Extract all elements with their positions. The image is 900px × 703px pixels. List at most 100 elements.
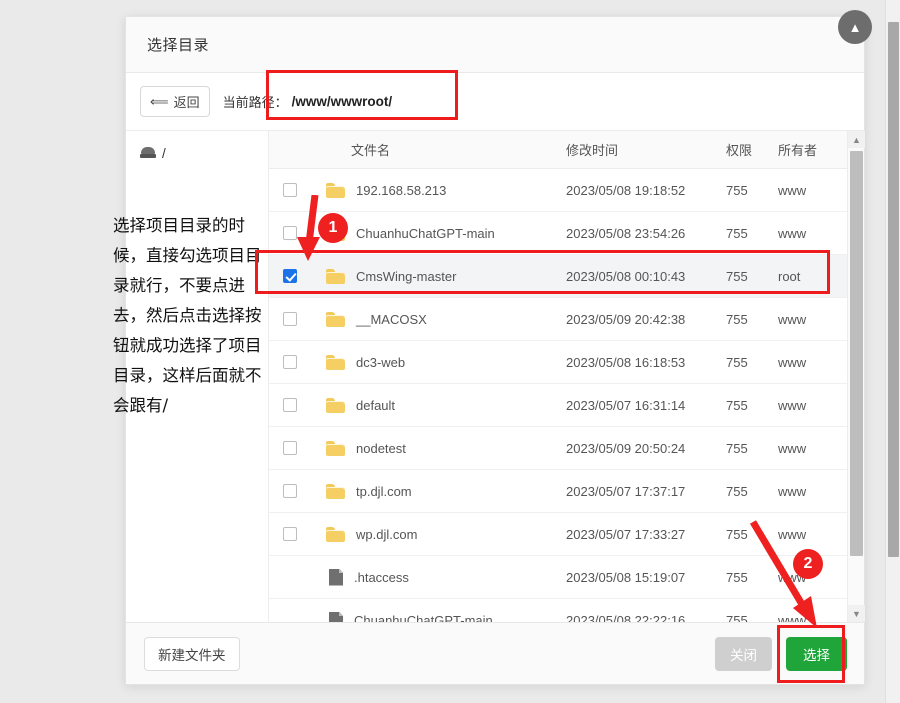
folder-icon: [326, 354, 345, 370]
row-perm: 755: [726, 397, 748, 413]
row-checkbox[interactable]: [283, 269, 297, 283]
row-time: 2023/05/08 16:18:53: [566, 354, 686, 370]
table-row[interactable]: ChuanhuChatGPT-main 2023/05/08 22:22:16 75…: [269, 599, 864, 623]
header-name: 文件名: [351, 143, 391, 158]
row-name-cell: wp.djl.com: [311, 526, 566, 542]
screen: 选择目录 ⟸ 返回 当前路径： /www/wwwroot/ / 文件名 修改时间…: [0, 0, 900, 703]
row-checkbox[interactable]: [283, 312, 297, 326]
arrow-left-icon: ⟸: [150, 94, 169, 109]
row-owner: www: [778, 354, 807, 370]
table-row[interactable]: __MACOSX 2023/05/09 20:42:38 755 www: [269, 298, 864, 341]
row-name-cell: tp.djl.com: [311, 483, 566, 499]
table-row[interactable]: wp.djl.com 2023/05/07 17:33:27 755 www: [269, 513, 864, 556]
row-checkbox[interactable]: [283, 441, 297, 455]
table-scrollbar-thumb[interactable]: [850, 151, 863, 556]
file-table: 文件名 修改时间 权限 所有者 192.168.58.213 2023/05/08…: [269, 131, 864, 622]
page-scrollbar-thumb[interactable]: [888, 22, 899, 557]
table-scrollbar[interactable]: ▲ ▼: [847, 131, 865, 622]
row-owner: www: [778, 483, 807, 499]
row-name-cell: default: [311, 397, 566, 413]
table-row[interactable]: ChuanhuChatGPT-main 2023/05/08 23:54:26 75…: [269, 212, 864, 255]
table-body: 192.168.58.213 2023/05/08 19:18:52 755 www C…: [269, 169, 864, 622]
annotation-note: 选择项目目录的时候，直接勾选项目目录就行，不要点进去，然后点击选择按钮就成功选择…: [113, 216, 262, 415]
row-name-label: .htaccess: [354, 569, 409, 585]
select-button[interactable]: 选择: [786, 636, 847, 671]
row-checkbox-cell: [269, 398, 311, 412]
row-time: 2023/05/08 19:18:52: [566, 182, 686, 198]
dialog-footer: 新建文件夹 关闭 选择: [126, 622, 864, 684]
tree-item-label: /: [162, 146, 166, 161]
row-name-label: ChuanhuChatGPT-main: [354, 612, 493, 623]
row-time: 2023/05/08 23:54:26: [566, 225, 686, 241]
folder-icon: [326, 182, 345, 198]
row-name-cell: __MACOSX: [311, 311, 566, 327]
path-bar: ⟸ 返回 当前路径： /www/wwwroot/: [126, 73, 864, 131]
scroll-to-top-button[interactable]: ▲: [838, 10, 872, 44]
row-perm: 755: [726, 440, 748, 456]
row-checkbox[interactable]: [283, 226, 297, 240]
row-owner: www: [778, 225, 807, 241]
row-name-label: tp.djl.com: [356, 483, 412, 499]
row-name-cell: 192.168.58.213: [311, 182, 566, 198]
row-perm: 755: [726, 526, 748, 542]
row-time: 2023/05/07 17:33:27: [566, 526, 686, 542]
file-icon: [329, 569, 343, 586]
back-button[interactable]: ⟸ 返回: [140, 86, 210, 117]
row-checkbox-cell: [269, 527, 311, 541]
row-name-cell: .htaccess: [311, 569, 566, 586]
row-checkbox[interactable]: [283, 355, 297, 369]
table-row[interactable]: 192.168.58.213 2023/05/08 19:18:52 755 www: [269, 169, 864, 212]
row-perm: 755: [726, 182, 748, 198]
row-name-label: ChuanhuChatGPT-main: [356, 225, 495, 241]
page-scrollbar[interactable]: [885, 0, 900, 703]
row-owner: www: [778, 182, 807, 198]
scroll-down-arrow-icon[interactable]: ▼: [848, 605, 865, 622]
table-row[interactable]: CmsWing-master 2023/05/08 00:10:43 755 root: [269, 255, 864, 298]
table-row[interactable]: .htaccess 2023/05/08 15:19:07 755 www: [269, 556, 864, 599]
row-checkbox-cell: [269, 269, 311, 283]
row-checkbox-cell: [269, 312, 311, 326]
row-perm: 755: [726, 311, 748, 327]
row-name-cell: CmsWing-master: [311, 268, 566, 284]
current-path-value: /www/wwwroot/: [291, 94, 393, 109]
row-checkbox-cell: [269, 484, 311, 498]
row-checkbox[interactable]: [283, 484, 297, 498]
row-time: 2023/05/08 00:10:43: [566, 268, 686, 284]
row-time: 2023/05/08 15:19:07: [566, 569, 686, 585]
row-perm: 755: [726, 268, 748, 284]
row-perm: 755: [726, 612, 748, 623]
header-perm: 权限: [726, 143, 753, 158]
row-name-cell: nodetest: [311, 440, 566, 456]
row-name-label: __MACOSX: [356, 311, 427, 327]
row-checkbox[interactable]: [283, 527, 297, 541]
row-perm: 755: [726, 483, 748, 499]
folder-icon: [326, 397, 345, 413]
step-marker-2: 2: [793, 549, 823, 579]
table-row[interactable]: default 2023/05/07 16:31:14 755 www: [269, 384, 864, 427]
row-owner: www: [778, 311, 807, 327]
folder-icon: [326, 268, 345, 284]
file-icon: [329, 612, 343, 623]
table-row[interactable]: tp.djl.com 2023/05/07 17:37:17 755 www: [269, 470, 864, 513]
close-button[interactable]: 关闭: [715, 636, 772, 671]
folder-icon: [326, 526, 345, 542]
tree-item-root[interactable]: /: [126, 143, 268, 164]
table-header-row: 文件名 修改时间 权限 所有者: [269, 131, 864, 169]
disk-icon: [140, 147, 156, 160]
row-checkbox-cell: [269, 226, 311, 240]
folder-icon: [326, 311, 345, 327]
back-button-label: 返回: [173, 95, 200, 110]
row-checkbox[interactable]: [283, 183, 297, 197]
new-folder-button[interactable]: 新建文件夹: [144, 636, 240, 671]
row-name-label: nodetest: [356, 440, 406, 456]
row-name-label: dc3-web: [356, 354, 406, 370]
row-perm: 755: [726, 225, 748, 241]
table-row[interactable]: nodetest 2023/05/09 20:50:24 755 www: [269, 427, 864, 470]
folder-icon: [326, 440, 345, 456]
row-checkbox-cell: [269, 355, 311, 369]
row-checkbox[interactable]: [283, 398, 297, 412]
row-time: 2023/05/08 22:22:16: [566, 612, 686, 623]
table-row[interactable]: dc3-web 2023/05/08 16:18:53 755 www: [269, 341, 864, 384]
chevron-up-icon: ▲: [848, 19, 862, 35]
scroll-up-arrow-icon[interactable]: ▲: [848, 131, 865, 148]
